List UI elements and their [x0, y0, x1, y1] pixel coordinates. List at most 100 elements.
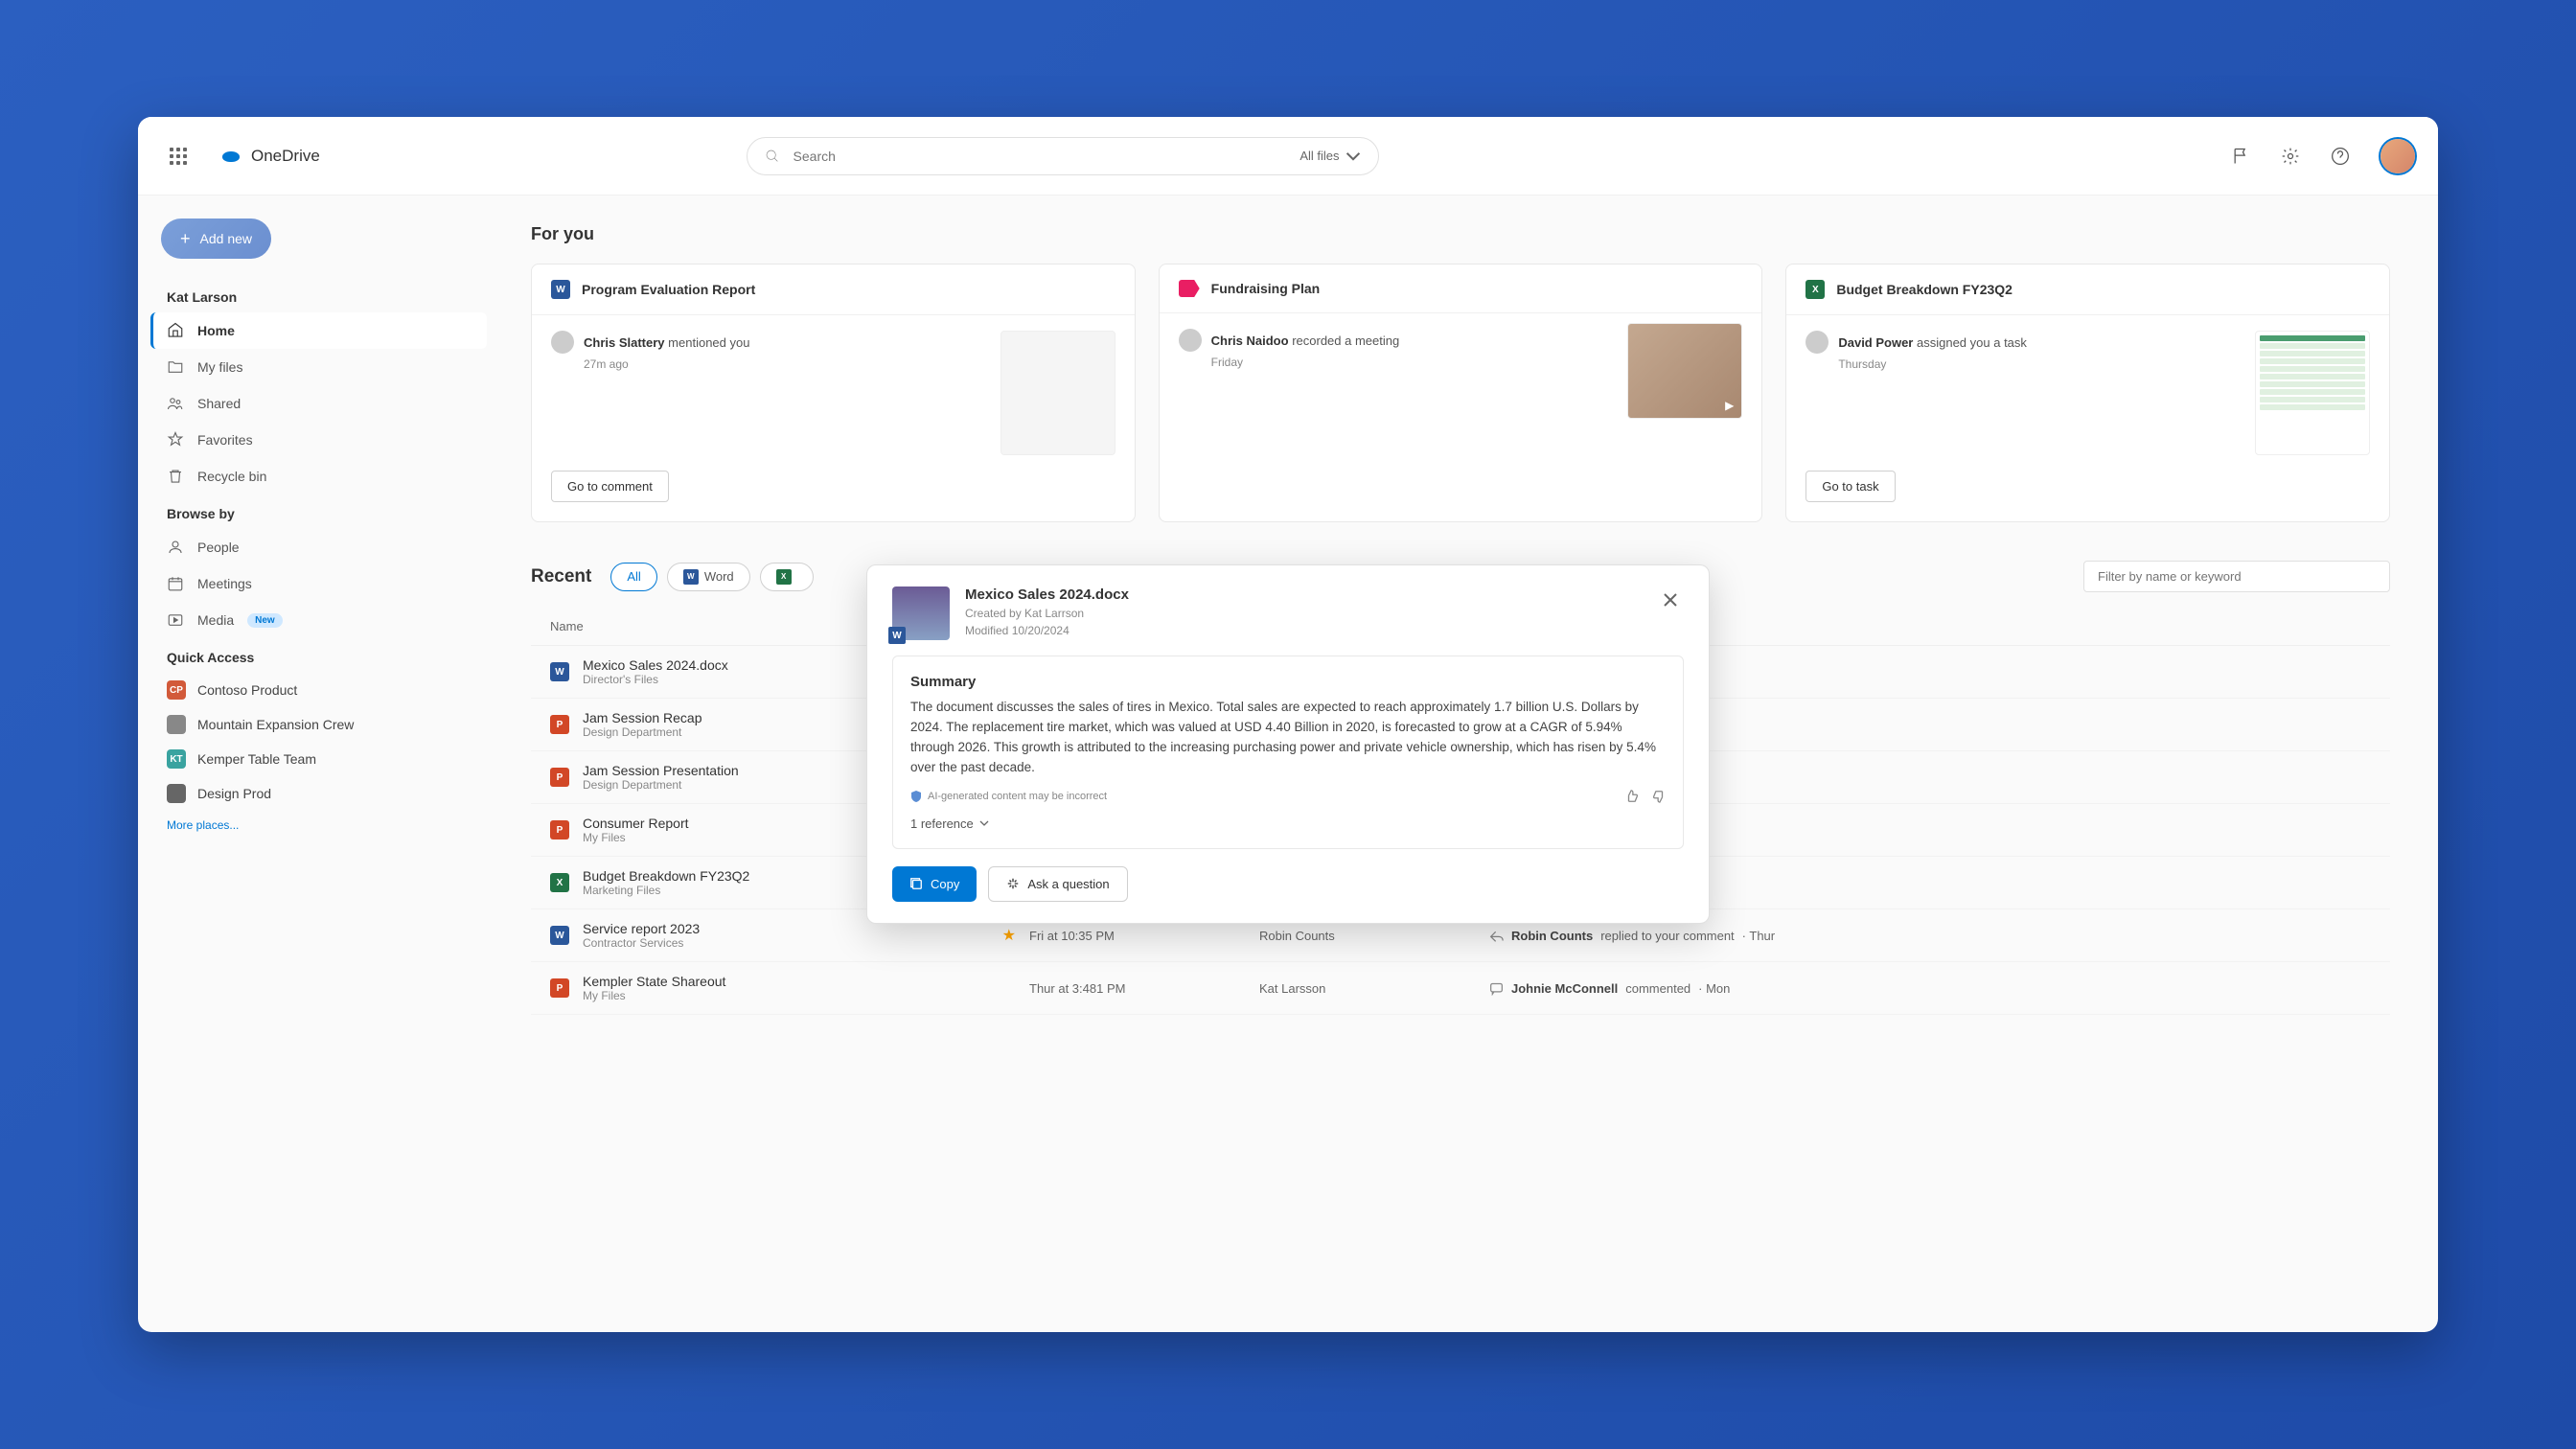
nav-item-home[interactable]: Home: [150, 312, 487, 349]
quick-access-item[interactable]: Design Prod: [153, 776, 487, 811]
nav-item-shared[interactable]: Shared: [153, 385, 487, 422]
card-title: Program Evaluation Report: [582, 282, 755, 297]
brand: OneDrive: [220, 147, 320, 166]
reply-icon: [1489, 929, 1504, 943]
body: + Add new Kat Larson HomeMy filesSharedF…: [138, 196, 2438, 1332]
team-icon: [167, 784, 186, 803]
pill-label: Word: [704, 569, 734, 584]
word-icon: W: [683, 569, 699, 585]
filter-pill-All[interactable]: All: [610, 563, 656, 591]
copy-button[interactable]: Copy: [892, 866, 977, 902]
card-action-button[interactable]: Go to task: [1806, 471, 1895, 502]
feedback-buttons: [1625, 790, 1666, 803]
activity-text: commented: [1625, 981, 1690, 996]
search-icon: [765, 149, 780, 164]
thumbs-up-icon[interactable]: [1625, 790, 1639, 803]
activity-time: · Thur: [1742, 929, 1775, 943]
nav-list: HomeMy files Shared Favorites Recycle bin: [153, 312, 487, 494]
help-icon[interactable]: [2331, 147, 2350, 166]
file-location: Design Department: [583, 778, 739, 792]
popup-header: Mexico Sales 2024.docx Created by Kat La…: [892, 586, 1684, 640]
copy-label: Copy: [931, 877, 959, 891]
nav-item-recycle-bin[interactable]: Recycle bin: [153, 458, 487, 494]
card-action-button[interactable]: Go to comment: [551, 471, 669, 502]
add-new-button[interactable]: + Add new: [161, 218, 271, 259]
settings-icon[interactable]: [2281, 147, 2300, 166]
references-toggle[interactable]: 1 reference: [910, 816, 1666, 831]
card-time: 27m ago: [584, 357, 985, 371]
for-you-title: For you: [531, 224, 2390, 244]
quick-access-item[interactable]: KTKemper Table Team: [153, 742, 487, 776]
nav-label: Favorites: [197, 432, 253, 448]
search-scope-label: All files: [1300, 149, 1339, 163]
app-launcher-icon[interactable]: [161, 139, 196, 173]
excel-icon: X: [776, 569, 792, 585]
popup-modified: Modified 10/20/2024: [965, 622, 1642, 639]
card-time: Thursday: [1838, 357, 2240, 371]
actor-avatar: [1179, 329, 1202, 352]
search-bar[interactable]: All files: [747, 137, 1379, 175]
file-date: Fri at 10:35 PM: [1029, 929, 1259, 943]
browse-item-people[interactable]: People: [153, 529, 487, 565]
file-row[interactable]: PKempler State ShareoutMy FilesThur at 3…: [531, 962, 2390, 1015]
popup-footer: Copy Ask a question: [892, 866, 1684, 902]
activity-actor: Robin Counts: [1511, 929, 1593, 943]
file-location: Director's Files: [583, 673, 728, 686]
browse-list: People Meetings MediaNew: [153, 529, 487, 638]
star-icon[interactable]: ★: [1002, 926, 1016, 945]
browse-item-meetings[interactable]: Meetings: [153, 565, 487, 602]
nav-item-my-files[interactable]: My files: [153, 349, 487, 385]
more-places-link[interactable]: More places...: [153, 811, 487, 840]
topbar-right: [2231, 139, 2415, 173]
for-you-card[interactable]: WProgram Evaluation Report Chris Slattery…: [531, 264, 1136, 522]
file-activity: Robin Counts replied to your comment · Th…: [1489, 929, 2371, 943]
qa-label: Design Prod: [197, 786, 271, 801]
card-header: WProgram Evaluation Report: [532, 264, 1135, 315]
browse-item-media[interactable]: MediaNew: [153, 602, 487, 638]
excel-icon: X: [550, 873, 569, 892]
card-actor: Chris Slattery mentioned you: [551, 331, 985, 354]
nav-label: Recycle bin: [197, 469, 266, 484]
file-activity: Johnie McConnellcommented · Mon: [1489, 981, 2371, 996]
file-location: Contractor Services: [583, 936, 700, 950]
filter-pill-excel[interactable]: X: [760, 563, 814, 591]
pill-label: All: [627, 569, 640, 584]
card-body: Chris Naidoo recorded a meetingFriday: [1160, 313, 1762, 521]
search-input[interactable]: [794, 149, 1287, 164]
nav-item-favorites[interactable]: Favorites: [153, 422, 487, 458]
browse-label: Meetings: [197, 576, 252, 591]
app-name: OneDrive: [251, 147, 320, 166]
close-button[interactable]: [1657, 586, 1684, 613]
team-icon: CP: [167, 680, 186, 700]
file-name: Consumer Report: [583, 816, 689, 831]
ppt-icon: P: [550, 978, 569, 998]
nav-label: Shared: [197, 396, 241, 411]
activity-text: replied to your comment: [1600, 929, 1734, 943]
actor-name: Chris Naidoo: [1211, 334, 1289, 348]
popup-file-thumbnail: [892, 586, 950, 640]
file-name: Jam Session Presentation: [583, 763, 739, 778]
actor-action: mentioned you: [668, 335, 749, 350]
quick-access-item[interactable]: CPContoso Product: [153, 673, 487, 707]
activity-time: · Mon: [1698, 981, 1730, 996]
summary-heading: Summary: [910, 674, 1666, 690]
for-you-card[interactable]: XBudget Breakdown FY23Q2David Power assi…: [1785, 264, 2390, 522]
thumbs-down-icon[interactable]: [1652, 790, 1666, 803]
filter-pill-Word[interactable]: W Word: [667, 563, 750, 591]
chevron-down-icon: [1346, 149, 1361, 164]
flag-icon[interactable]: [2231, 147, 2250, 166]
popup-title: Mexico Sales 2024.docx: [965, 586, 1642, 603]
plus-icon: +: [180, 229, 191, 249]
quick-access-item[interactable]: Mountain Expansion Crew: [153, 707, 487, 742]
for-you-card[interactable]: Fundraising PlanChris Naidoo recorded a …: [1159, 264, 1763, 522]
user-avatar[interactable]: [2380, 139, 2415, 173]
summary-popup: Mexico Sales 2024.docx Created by Kat La…: [866, 564, 1710, 924]
search-scope-dropdown[interactable]: All files: [1300, 149, 1360, 164]
recent-title: Recent: [531, 566, 591, 587]
new-badge: New: [247, 613, 283, 628]
filter-input[interactable]: [2083, 561, 2390, 592]
onedrive-window: OneDrive All files + Add new Kat Larson …: [138, 117, 2438, 1332]
actor-action: assigned you a task: [1917, 335, 2027, 350]
ask-question-button[interactable]: Ask a question: [988, 866, 1127, 902]
comment-icon: [1489, 981, 1504, 996]
